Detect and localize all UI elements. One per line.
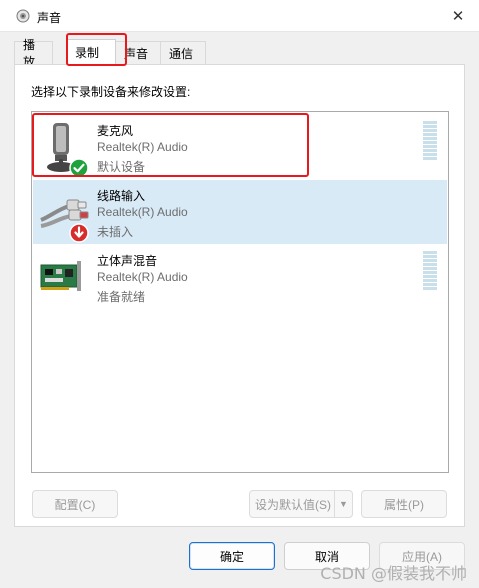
watermark-text: CSDN @假装我不帅: [320, 564, 467, 583]
tab-recording[interactable]: 录制: [66, 39, 116, 65]
title-bar: 声音 ✕: [0, 0, 479, 32]
window-title: 声音: [37, 11, 62, 25]
properties-label: 属性(P): [384, 497, 424, 512]
default-check-icon: [69, 158, 89, 178]
tab-recording-label: 录制: [75, 46, 100, 60]
ok-button[interactable]: 确定: [189, 542, 275, 570]
device-driver: Realtek(R) Audio: [97, 205, 188, 219]
chevron-down-icon[interactable]: ▼: [334, 491, 352, 517]
device-name: 线路输入: [97, 189, 146, 203]
close-icon: ✕: [451, 8, 465, 25]
tab-communications-label: 通信: [169, 46, 194, 61]
instruction-text: 选择以下录制设备来修改设置:: [31, 85, 191, 99]
device-status: 默认设备: [97, 160, 146, 174]
sound-card-icon: [40, 261, 81, 291]
configure-label: 配置(C): [54, 497, 96, 512]
configure-button[interactable]: 配置(C): [32, 490, 118, 518]
tab-sounds-label: 声音: [124, 46, 149, 61]
level-meter: [423, 251, 437, 291]
device-status: 准备就绪: [97, 290, 146, 304]
device-driver: Realtek(R) Audio: [97, 270, 188, 284]
device-name: 立体声混音: [97, 254, 158, 268]
close-button[interactable]: ✕: [447, 5, 469, 27]
level-meter: [423, 121, 437, 161]
device-driver: Realtek(R) Audio: [97, 140, 188, 154]
set-default-label: 设为默认值(S): [255, 497, 331, 512]
device-list[interactable]: 麦克风 Realtek(R) Audio 默认设备 线路输入 Realtek(R…: [31, 111, 449, 473]
device-item-microphone[interactable]: 麦克风 Realtek(R) Audio 默认设备: [33, 115, 447, 179]
recording-panel: 选择以下录制设备来修改设置: 麦克风 Realtek(R) Audio 默认设备: [14, 64, 465, 527]
device-item-stereo-mix[interactable]: 立体声混音 Realtek(R) Audio 准备就绪: [33, 245, 447, 309]
properties-button[interactable]: 属性(P): [361, 490, 447, 518]
unplugged-arrow-icon: [69, 223, 89, 243]
ok-label: 确定: [219, 549, 244, 564]
tab-sounds[interactable]: 声音: [115, 41, 161, 64]
device-status: 未插入: [97, 225, 134, 239]
tab-communications[interactable]: 通信: [160, 41, 206, 64]
device-name: 麦克风: [97, 124, 134, 138]
tab-playback[interactable]: 播放: [14, 38, 53, 69]
set-default-button[interactable]: 设为默认值(S) ▼: [249, 490, 353, 518]
speaker-icon: [16, 9, 30, 23]
device-item-line-in[interactable]: 线路输入 Realtek(R) Audio 未插入: [33, 180, 447, 244]
